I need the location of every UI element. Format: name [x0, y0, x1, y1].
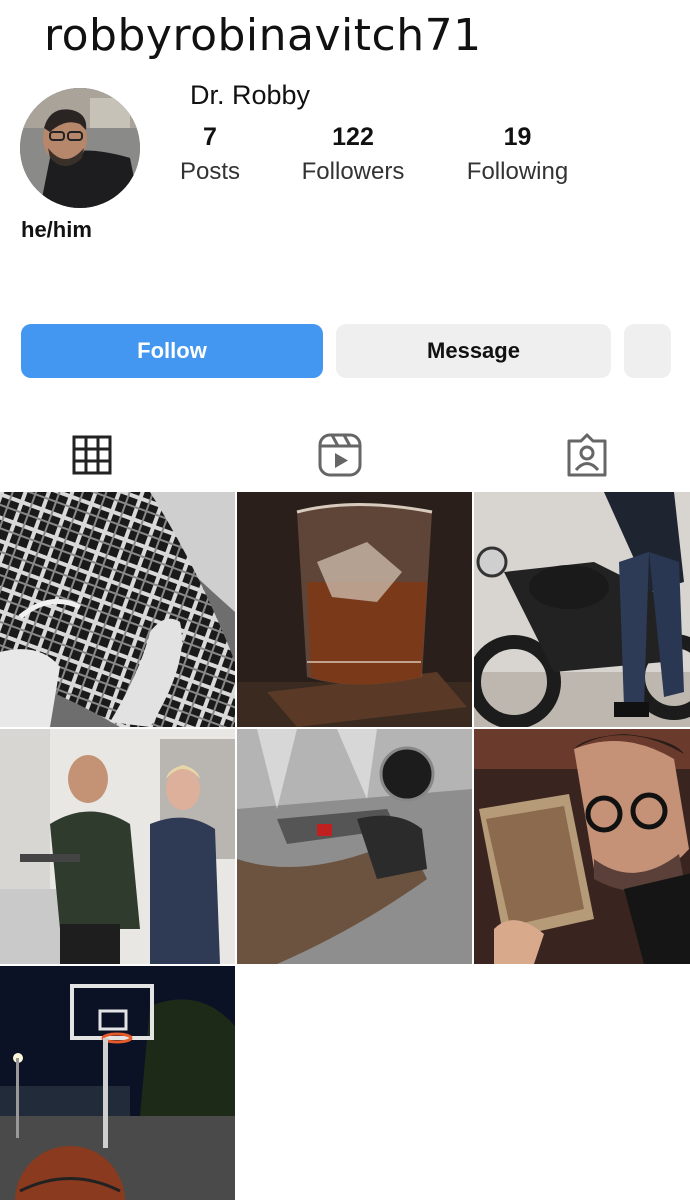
post-book-selfie[interactable] — [474, 729, 690, 964]
post-motorcycle[interactable] — [474, 492, 690, 727]
reels-icon — [318, 433, 362, 477]
stat-posts-count: 7 — [203, 123, 217, 151]
stat-following[interactable]: 19 Following — [455, 120, 580, 190]
tagged-icon — [567, 433, 607, 477]
stat-followers[interactable]: 122 Followers — [288, 120, 418, 190]
stat-following-count: 19 — [503, 123, 532, 151]
post-hospital-staff[interactable] — [0, 729, 235, 964]
profile-pronouns: he/him — [21, 217, 92, 242]
grid-icon — [72, 435, 112, 475]
stat-posts-label: Posts — [179, 158, 241, 185]
post-basketball-court[interactable] — [0, 966, 235, 1200]
profile-display-name: Dr. Robby — [190, 80, 311, 110]
avatar[interactable] — [20, 88, 140, 208]
post-plaid-pajamas[interactable] — [0, 492, 235, 727]
tab-posts-grid[interactable] — [62, 425, 122, 485]
tab-reels[interactable] — [310, 425, 370, 485]
stat-followers-count: 122 — [332, 123, 374, 151]
follow-button[interactable]: Follow — [21, 324, 323, 378]
stat-following-label: Following — [466, 158, 569, 185]
tab-tagged[interactable] — [557, 425, 617, 485]
more-options-button[interactable] — [624, 324, 671, 378]
stat-followers-label: Followers — [301, 158, 405, 185]
post-whiskey-glass[interactable] — [237, 492, 472, 727]
stat-posts[interactable]: 7 Posts — [170, 120, 250, 190]
profile-username: robbyrobinavitch71 — [44, 10, 482, 61]
post-motorcycle-handlebar[interactable] — [237, 729, 472, 964]
profile-tabs — [0, 425, 690, 485]
message-button[interactable]: Message — [336, 324, 611, 378]
